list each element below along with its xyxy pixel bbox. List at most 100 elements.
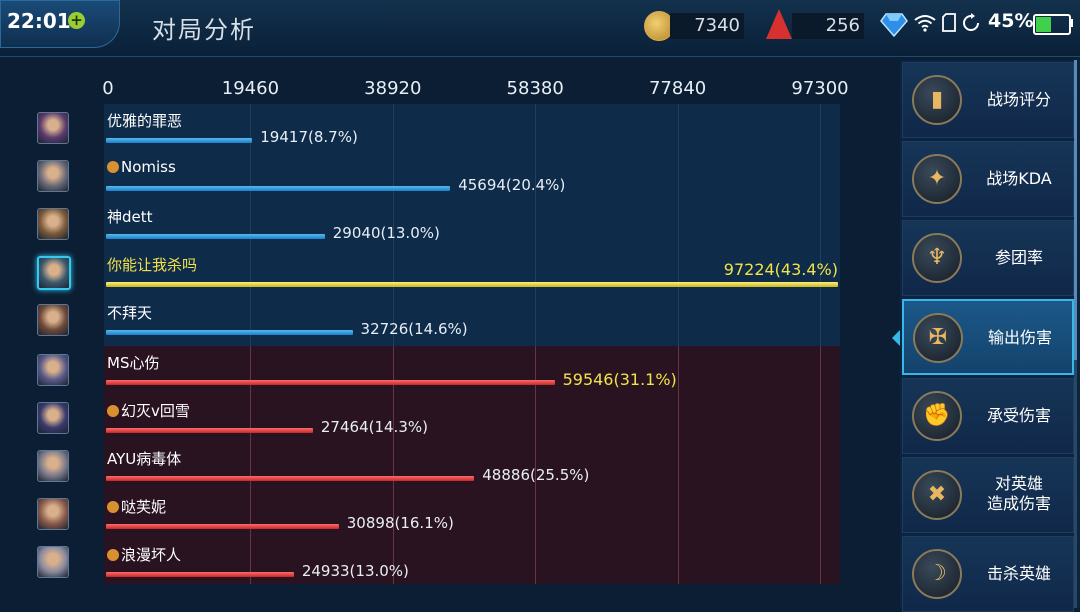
page-title: 对局分析 bbox=[152, 16, 256, 44]
hero-avatar[interactable] bbox=[37, 208, 69, 240]
hero-avatar[interactable] bbox=[37, 450, 69, 482]
menu-item[interactable]: ▮ 战场评分 bbox=[902, 62, 1074, 138]
hero-avatar[interactable] bbox=[37, 498, 69, 530]
player-name-text: 你能让我杀吗 bbox=[107, 256, 198, 274]
x-tick-label: 58380 bbox=[506, 78, 564, 99]
hero-avatar[interactable] bbox=[37, 256, 71, 290]
crossed-swords-icon: ✖ bbox=[912, 470, 962, 520]
player-name-text: 不拜天 bbox=[107, 304, 153, 322]
player-row[interactable]: Nomiss 45694(20.4%) bbox=[104, 152, 840, 200]
active-pointer-icon bbox=[892, 330, 900, 346]
x-tick-label: 0 bbox=[102, 78, 114, 99]
x-tick-label: 38920 bbox=[364, 78, 422, 99]
menu-item-label: 对英雄 造成伤害 bbox=[986, 474, 1051, 513]
side-menu: ▮ 战场评分 ✦ 战场KDA ♆ 参团率 ✠ 输出伤害 ✊ 承受伤害 ✖ 对英雄 造成伤害 ☽ 击杀英雄 bbox=[900, 60, 1080, 612]
hero-avatar[interactable] bbox=[37, 112, 69, 144]
side-menu-scrollbar[interactable] bbox=[1074, 60, 1077, 608]
menu-item[interactable]: ✦ 战场KDA bbox=[902, 141, 1074, 217]
player-name: AYU病毒体 bbox=[107, 448, 181, 469]
damage-value: 32726(14.6%) bbox=[360, 320, 468, 338]
badge-icon bbox=[107, 549, 119, 561]
gem-count: 256 bbox=[792, 13, 864, 39]
hero-avatar[interactable] bbox=[37, 160, 69, 192]
player-name-text: AYU病毒体 bbox=[107, 450, 182, 468]
menu-item[interactable]: ✠ 输出伤害 bbox=[902, 299, 1074, 375]
damage-bar bbox=[106, 282, 839, 287]
hero-avatar[interactable] bbox=[37, 402, 69, 434]
damage-value: 45694(20.4%) bbox=[458, 176, 566, 194]
damage-value: 97224(43.4%) bbox=[723, 260, 838, 279]
damage-bar bbox=[106, 428, 313, 433]
player-row[interactable]: 哒芙妮 30898(16.1%) bbox=[104, 490, 840, 538]
player-name: 浪漫坏人 bbox=[107, 544, 181, 565]
shield-icon: ▮ bbox=[912, 75, 962, 125]
player-row[interactable]: AYU病毒体 48886(25.5%) bbox=[104, 442, 840, 490]
damage-value: 48886(25.5%) bbox=[482, 466, 590, 484]
player-row[interactable]: 幻灭v回雪 27464(14.3%) bbox=[104, 394, 840, 442]
player-name-text: 浪漫坏人 bbox=[121, 546, 182, 564]
damage-bar bbox=[106, 380, 555, 385]
x-tick-label: 97300 bbox=[791, 78, 849, 99]
menu-item-label: 承受伤害 bbox=[986, 406, 1051, 425]
damage-value: 30898(16.1%) bbox=[346, 514, 454, 532]
player-row[interactable]: 浪漫坏人 24933(13.0%) bbox=[104, 538, 840, 586]
player-name: Nomiss bbox=[107, 158, 176, 176]
player-name: 幻灭v回雪 bbox=[107, 400, 190, 421]
hero-avatar[interactable] bbox=[37, 546, 69, 578]
gem-icon bbox=[766, 9, 792, 39]
battery-tip bbox=[1069, 19, 1073, 27]
top-bar: 22:01 + 对局分析 7340 256 45% bbox=[0, 0, 1080, 57]
damage-value: 59546(31.1%) bbox=[562, 370, 677, 389]
player-name: 你能让我杀吗 bbox=[107, 254, 197, 275]
player-name-text: Nomiss bbox=[121, 158, 176, 176]
battery-icon bbox=[1033, 14, 1071, 35]
coin-count: 7340 bbox=[670, 13, 744, 39]
damage-value: 19417(8.7%) bbox=[260, 128, 358, 146]
damage-bar bbox=[106, 572, 294, 577]
hero-avatar[interactable] bbox=[37, 304, 69, 336]
fist-icon: ✊ bbox=[912, 391, 962, 441]
scythe-icon: ☽ bbox=[912, 549, 962, 599]
menu-item-label: 击杀英雄 bbox=[986, 564, 1051, 583]
player-name: MS心伤 bbox=[107, 352, 159, 373]
damage-bar bbox=[106, 138, 253, 143]
menu-item[interactable]: ♆ 参团率 bbox=[902, 220, 1074, 296]
back-button[interactable]: 22:01 + bbox=[0, 0, 120, 48]
player-name: 神dett bbox=[107, 206, 153, 227]
damage-bar bbox=[106, 234, 325, 239]
damage-value: 29040(13.0%) bbox=[332, 224, 440, 242]
player-row[interactable]: 优雅的罪恶 19417(8.7%) bbox=[104, 104, 840, 152]
menu-item-label: 参团率 bbox=[994, 248, 1043, 267]
hero-avatar[interactable] bbox=[37, 354, 69, 386]
damage-bar bbox=[106, 186, 451, 191]
dragon-icon: ✦ bbox=[912, 154, 962, 204]
menu-item[interactable]: ✖ 对英雄 造成伤害 bbox=[902, 457, 1074, 533]
menu-item-label: 战场KDA bbox=[986, 169, 1052, 188]
damage-bar bbox=[106, 330, 353, 335]
player-name-text: MS心伤 bbox=[107, 354, 160, 372]
player-name-text: 哒芙妮 bbox=[121, 498, 167, 516]
player-row[interactable]: 你能让我杀吗 97224(43.4%) bbox=[104, 248, 840, 296]
player-name: 优雅的罪恶 bbox=[107, 110, 182, 131]
badge-icon bbox=[107, 405, 119, 417]
player-name: 哒芙妮 bbox=[107, 496, 166, 517]
player-name-text: 优雅的罪恶 bbox=[107, 112, 183, 130]
player-row[interactable]: 不拜天 32726(14.6%) bbox=[104, 296, 840, 344]
x-tick-label: 19460 bbox=[221, 78, 280, 99]
battery-percent: 45% bbox=[988, 10, 1034, 32]
scroll-thumb[interactable] bbox=[1074, 60, 1077, 360]
diamond-icon bbox=[880, 13, 908, 38]
damage-chart: 优雅的罪恶 19417(8.7%) Nomiss 45694(20.4%) 神dett 2… bbox=[104, 104, 840, 584]
menu-item[interactable]: ✊ 承受伤害 bbox=[902, 378, 1074, 454]
menu-item[interactable]: ☽ 击杀英雄 bbox=[902, 536, 1074, 612]
badge-icon bbox=[107, 501, 119, 513]
add-icon: + bbox=[68, 12, 85, 29]
player-name-text: 神dett bbox=[107, 208, 153, 226]
banner-icon: ♆ bbox=[912, 233, 962, 283]
badge-icon bbox=[107, 161, 119, 173]
player-row[interactable]: MS心伤 59546(31.1%) bbox=[104, 346, 840, 394]
x-tick-label: 77840 bbox=[648, 78, 707, 99]
player-row[interactable]: 神dett 29040(13.0%) bbox=[104, 200, 840, 248]
damage-value: 24933(13.0%) bbox=[301, 562, 409, 580]
damage-value: 27464(14.3%) bbox=[320, 418, 428, 436]
